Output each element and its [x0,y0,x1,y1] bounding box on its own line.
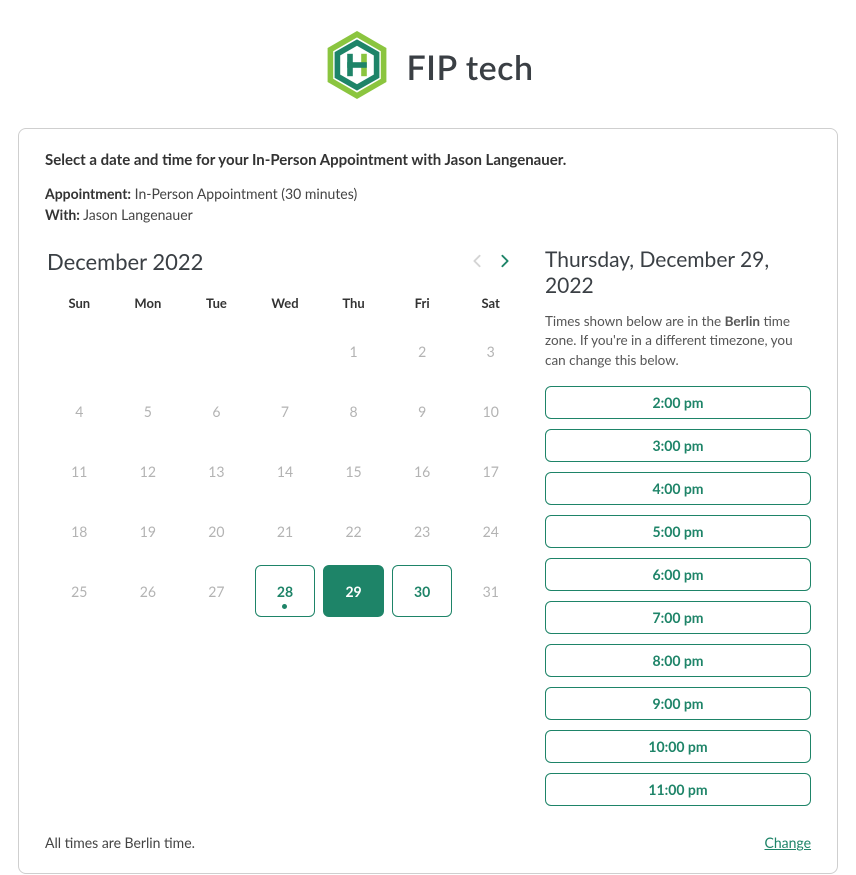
calendar-day-available[interactable]: 29 [323,565,384,617]
calendar-day: 12 [114,441,183,501]
calendar-day: 20 [182,501,251,561]
calendar-day: 2 [388,321,457,381]
change-timezone-link[interactable]: Change [765,834,812,851]
calendar-day [45,321,114,381]
appointment-value: In-Person Appointment (30 minutes) [135,185,358,202]
calendar: December 2022 SunMonTueWedThuFriSat 1234… [45,247,525,816]
time-slot-button[interactable]: 5:00 pm [545,515,811,548]
page-title: Select a date and time for your In-Perso… [45,151,811,169]
tz-note-prefix: Times shown below are in the [545,313,725,329]
time-slot-button[interactable]: 2:00 pm [545,386,811,419]
weekday-label: Tue [182,285,251,321]
calendar-day: 16 [388,441,457,501]
calendar-day: 24 [456,501,525,561]
next-month-button[interactable] [491,247,519,275]
calendar-day: 11 [45,441,114,501]
weekday-label: Wed [251,285,320,321]
calendar-day: 13 [182,441,251,501]
calendar-day: 23 [388,501,457,561]
time-slots-panel: Thursday, December 29, 2022 Times shown … [545,247,811,816]
calendar-day: 21 [251,501,320,561]
calendar-day: 1 [319,321,388,381]
calendar-day: 31 [456,561,525,621]
calendar-day: 3 [456,321,525,381]
calendar-day: 14 [251,441,320,501]
calendar-day: 9 [388,381,457,441]
month-title: December 2022 [47,248,463,275]
chevron-right-icon [499,254,511,268]
calendar-day: 15 [319,441,388,501]
calendar-day: 17 [456,441,525,501]
calendar-day: 22 [319,501,388,561]
calendar-day: 19 [114,501,183,561]
selected-date-title: Thursday, December 29, 2022 [545,247,811,300]
calendar-day [251,321,320,381]
calendar-day: 10 [456,381,525,441]
weekday-label: Mon [114,285,183,321]
calendar-day: 5 [114,381,183,441]
calendar-day: 25 [45,561,114,621]
appointment-label: Appointment: [45,185,131,202]
calendar-day: 7 [251,381,320,441]
time-slot-button[interactable]: 4:00 pm [545,472,811,505]
chevron-left-icon [471,254,483,268]
brand-header: FIP tech [18,20,838,128]
brand-logo-icon [322,30,392,104]
calendar-day-available[interactable]: 30 [392,565,453,617]
time-slot-button[interactable]: 10:00 pm [545,730,811,763]
timezone-note: Times shown below are in the Berlin time… [545,312,811,371]
footer-timezone-text: All times are Berlin time. [45,834,195,851]
calendar-day: 18 [45,501,114,561]
time-slot-button[interactable]: 11:00 pm [545,773,811,806]
time-slot-button[interactable]: 8:00 pm [545,644,811,677]
time-slot-button[interactable]: 9:00 pm [545,687,811,720]
brand-name: FIP tech [406,47,533,88]
calendar-day: 26 [114,561,183,621]
time-slot-button[interactable]: 3:00 pm [545,429,811,462]
with-value: Jason Langenauer [83,206,193,223]
today-dot-icon [282,604,287,609]
weekday-label: Sat [456,285,525,321]
time-slot-button[interactable]: 7:00 pm [545,601,811,634]
prev-month-button [463,247,491,275]
calendar-day: 27 [182,561,251,621]
appointment-line: Appointment: In-Person Appointment (30 m… [45,185,811,202]
calendar-day-available[interactable]: 28 [255,565,316,617]
with-label: With: [45,206,80,223]
calendar-day [182,321,251,381]
weekday-label: Fri [388,285,457,321]
calendar-day: 6 [182,381,251,441]
calendar-day: 4 [45,381,114,441]
with-line: With: Jason Langenauer [45,206,811,223]
calendar-day [114,321,183,381]
booking-card: Select a date and time for your In-Perso… [18,128,838,874]
weekday-label: Thu [319,285,388,321]
calendar-day: 8 [319,381,388,441]
time-slot-button[interactable]: 6:00 pm [545,558,811,591]
weekday-label: Sun [45,285,114,321]
tz-name: Berlin [725,313,760,329]
